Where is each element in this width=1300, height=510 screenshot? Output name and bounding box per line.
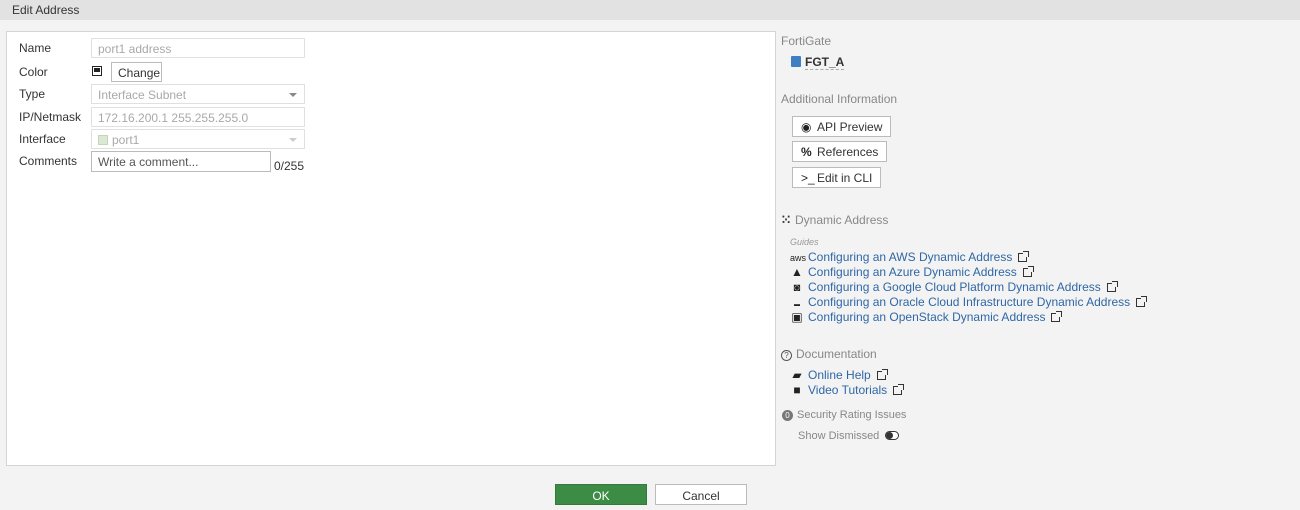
comments-counter: 0/255 xyxy=(274,159,305,173)
terminal-icon: >_ xyxy=(801,171,815,185)
link-icon: % xyxy=(801,145,812,159)
external-link-icon xyxy=(1136,296,1148,307)
api-preview-label: API Preview xyxy=(817,120,883,134)
azure-icon: ▲ xyxy=(791,265,803,279)
dynamic-address-title: ⁙ Dynamic Address xyxy=(781,213,888,227)
guide-link-label: Configuring an Oracle Cloud Infrastructu… xyxy=(808,295,1131,309)
guide-link-label: Configuring an AWS Dynamic Address xyxy=(808,250,1013,264)
external-link-icon xyxy=(1018,251,1030,262)
guide-link-azure[interactable]: ▲ Configuring an Azure Dynamic Address xyxy=(790,265,1034,279)
external-link-icon xyxy=(1106,281,1118,292)
online-help-label: Online Help xyxy=(808,368,871,382)
aws-icon: aws xyxy=(790,253,807,263)
window-title: Edit Address xyxy=(0,0,1300,20)
comments-textarea[interactable]: Write a comment... xyxy=(91,151,271,172)
guides-label: Guides xyxy=(790,237,819,247)
references-label: References xyxy=(817,145,879,159)
video-tutorials-label: Video Tutorials xyxy=(808,383,888,397)
guide-link-label: Configuring a Google Cloud Platform Dyna… xyxy=(808,280,1101,294)
edit-in-cli-button[interactable]: >_ Edit in CLI xyxy=(792,167,882,188)
name-input[interactable]: port1 address xyxy=(91,38,305,58)
oracle-icon: ▬ xyxy=(794,302,800,308)
openstack-icon: ▣ xyxy=(791,310,803,324)
gcp-icon: ◙ xyxy=(793,282,801,294)
security-rating-icon: 0 xyxy=(782,410,793,421)
address-form: Name port1 address Color Change Type Int… xyxy=(6,31,776,466)
external-link-icon xyxy=(1051,311,1063,322)
external-link-icon xyxy=(893,384,905,395)
ip-netmask-label: IP/Netmask xyxy=(19,110,82,124)
guide-link-gcp[interactable]: ◙ Configuring a Google Cloud Platform Dyn… xyxy=(790,280,1118,294)
guide-link-label: Configuring an Azure Dynamic Address xyxy=(808,265,1017,279)
online-help-link[interactable]: ▰ Online Help xyxy=(790,368,888,382)
interface-label: Interface xyxy=(19,132,66,146)
device-name: FGT_A xyxy=(805,55,845,70)
type-select[interactable]: Interface Subnet xyxy=(91,84,305,104)
help-circle-icon: ? xyxy=(781,350,792,361)
eye-icon: ◉ xyxy=(801,120,812,134)
interface-port-icon xyxy=(98,135,108,145)
documentation-title: ? Documentation xyxy=(781,347,877,361)
show-dismissed-row: Show Dismissed xyxy=(798,430,900,442)
interface-select[interactable]: port1 xyxy=(91,129,305,149)
edit-in-cli-label: Edit in CLI xyxy=(817,171,873,185)
video-tutorials-link[interactable]: ■ Video Tutorials xyxy=(790,383,905,397)
documentation-label: Documentation xyxy=(796,347,877,361)
guide-link-oracle[interactable]: ▬ Configuring an Oracle Cloud Infrastruct… xyxy=(790,295,1148,309)
book-icon: ▰ xyxy=(792,368,802,382)
comments-label: Comments xyxy=(19,154,78,168)
video-icon: ■ xyxy=(793,383,801,397)
guide-link-aws[interactable]: aws Configuring an AWS Dynamic Address xyxy=(790,250,1030,264)
interface-value: port1 xyxy=(112,133,140,147)
device-link[interactable]: FGT_A xyxy=(791,55,845,70)
grid-icon: ⁙ xyxy=(781,213,792,227)
additional-info-title: Additional Information xyxy=(781,92,898,106)
type-value: Interface Subnet xyxy=(98,88,187,102)
external-link-icon xyxy=(876,369,888,380)
ip-netmask-input[interactable]: 172.16.200.1 255.255.255.0 xyxy=(91,107,305,127)
color-label: Color xyxy=(19,65,48,79)
security-rating-title: 0 Security Rating Issues xyxy=(782,409,906,421)
change-color-button[interactable]: Change xyxy=(111,62,162,82)
references-button[interactable]: % References xyxy=(792,141,888,162)
show-dismissed-toggle[interactable] xyxy=(885,431,900,440)
color-swatch-icon xyxy=(92,66,102,76)
guide-link-openstack[interactable]: ▣ Configuring an OpenStack Dynamic Addres… xyxy=(790,310,1063,324)
chevron-down-icon xyxy=(289,138,297,142)
type-label: Type xyxy=(19,87,46,101)
show-dismissed-label: Show Dismissed xyxy=(798,430,880,442)
api-preview-button[interactable]: ◉ API Preview xyxy=(792,116,892,137)
fortigate-section-title: FortiGate xyxy=(781,34,832,48)
device-icon xyxy=(791,56,801,67)
security-rating-label: Security Rating Issues xyxy=(797,409,907,421)
cancel-button[interactable]: Cancel xyxy=(655,484,747,505)
name-label: Name xyxy=(19,41,52,55)
guide-link-label: Configuring an OpenStack Dynamic Address xyxy=(808,310,1046,324)
external-link-icon xyxy=(1022,266,1034,277)
chevron-down-icon xyxy=(289,93,297,97)
dynamic-address-label: Dynamic Address xyxy=(795,213,889,227)
ok-button[interactable]: OK xyxy=(555,484,647,505)
